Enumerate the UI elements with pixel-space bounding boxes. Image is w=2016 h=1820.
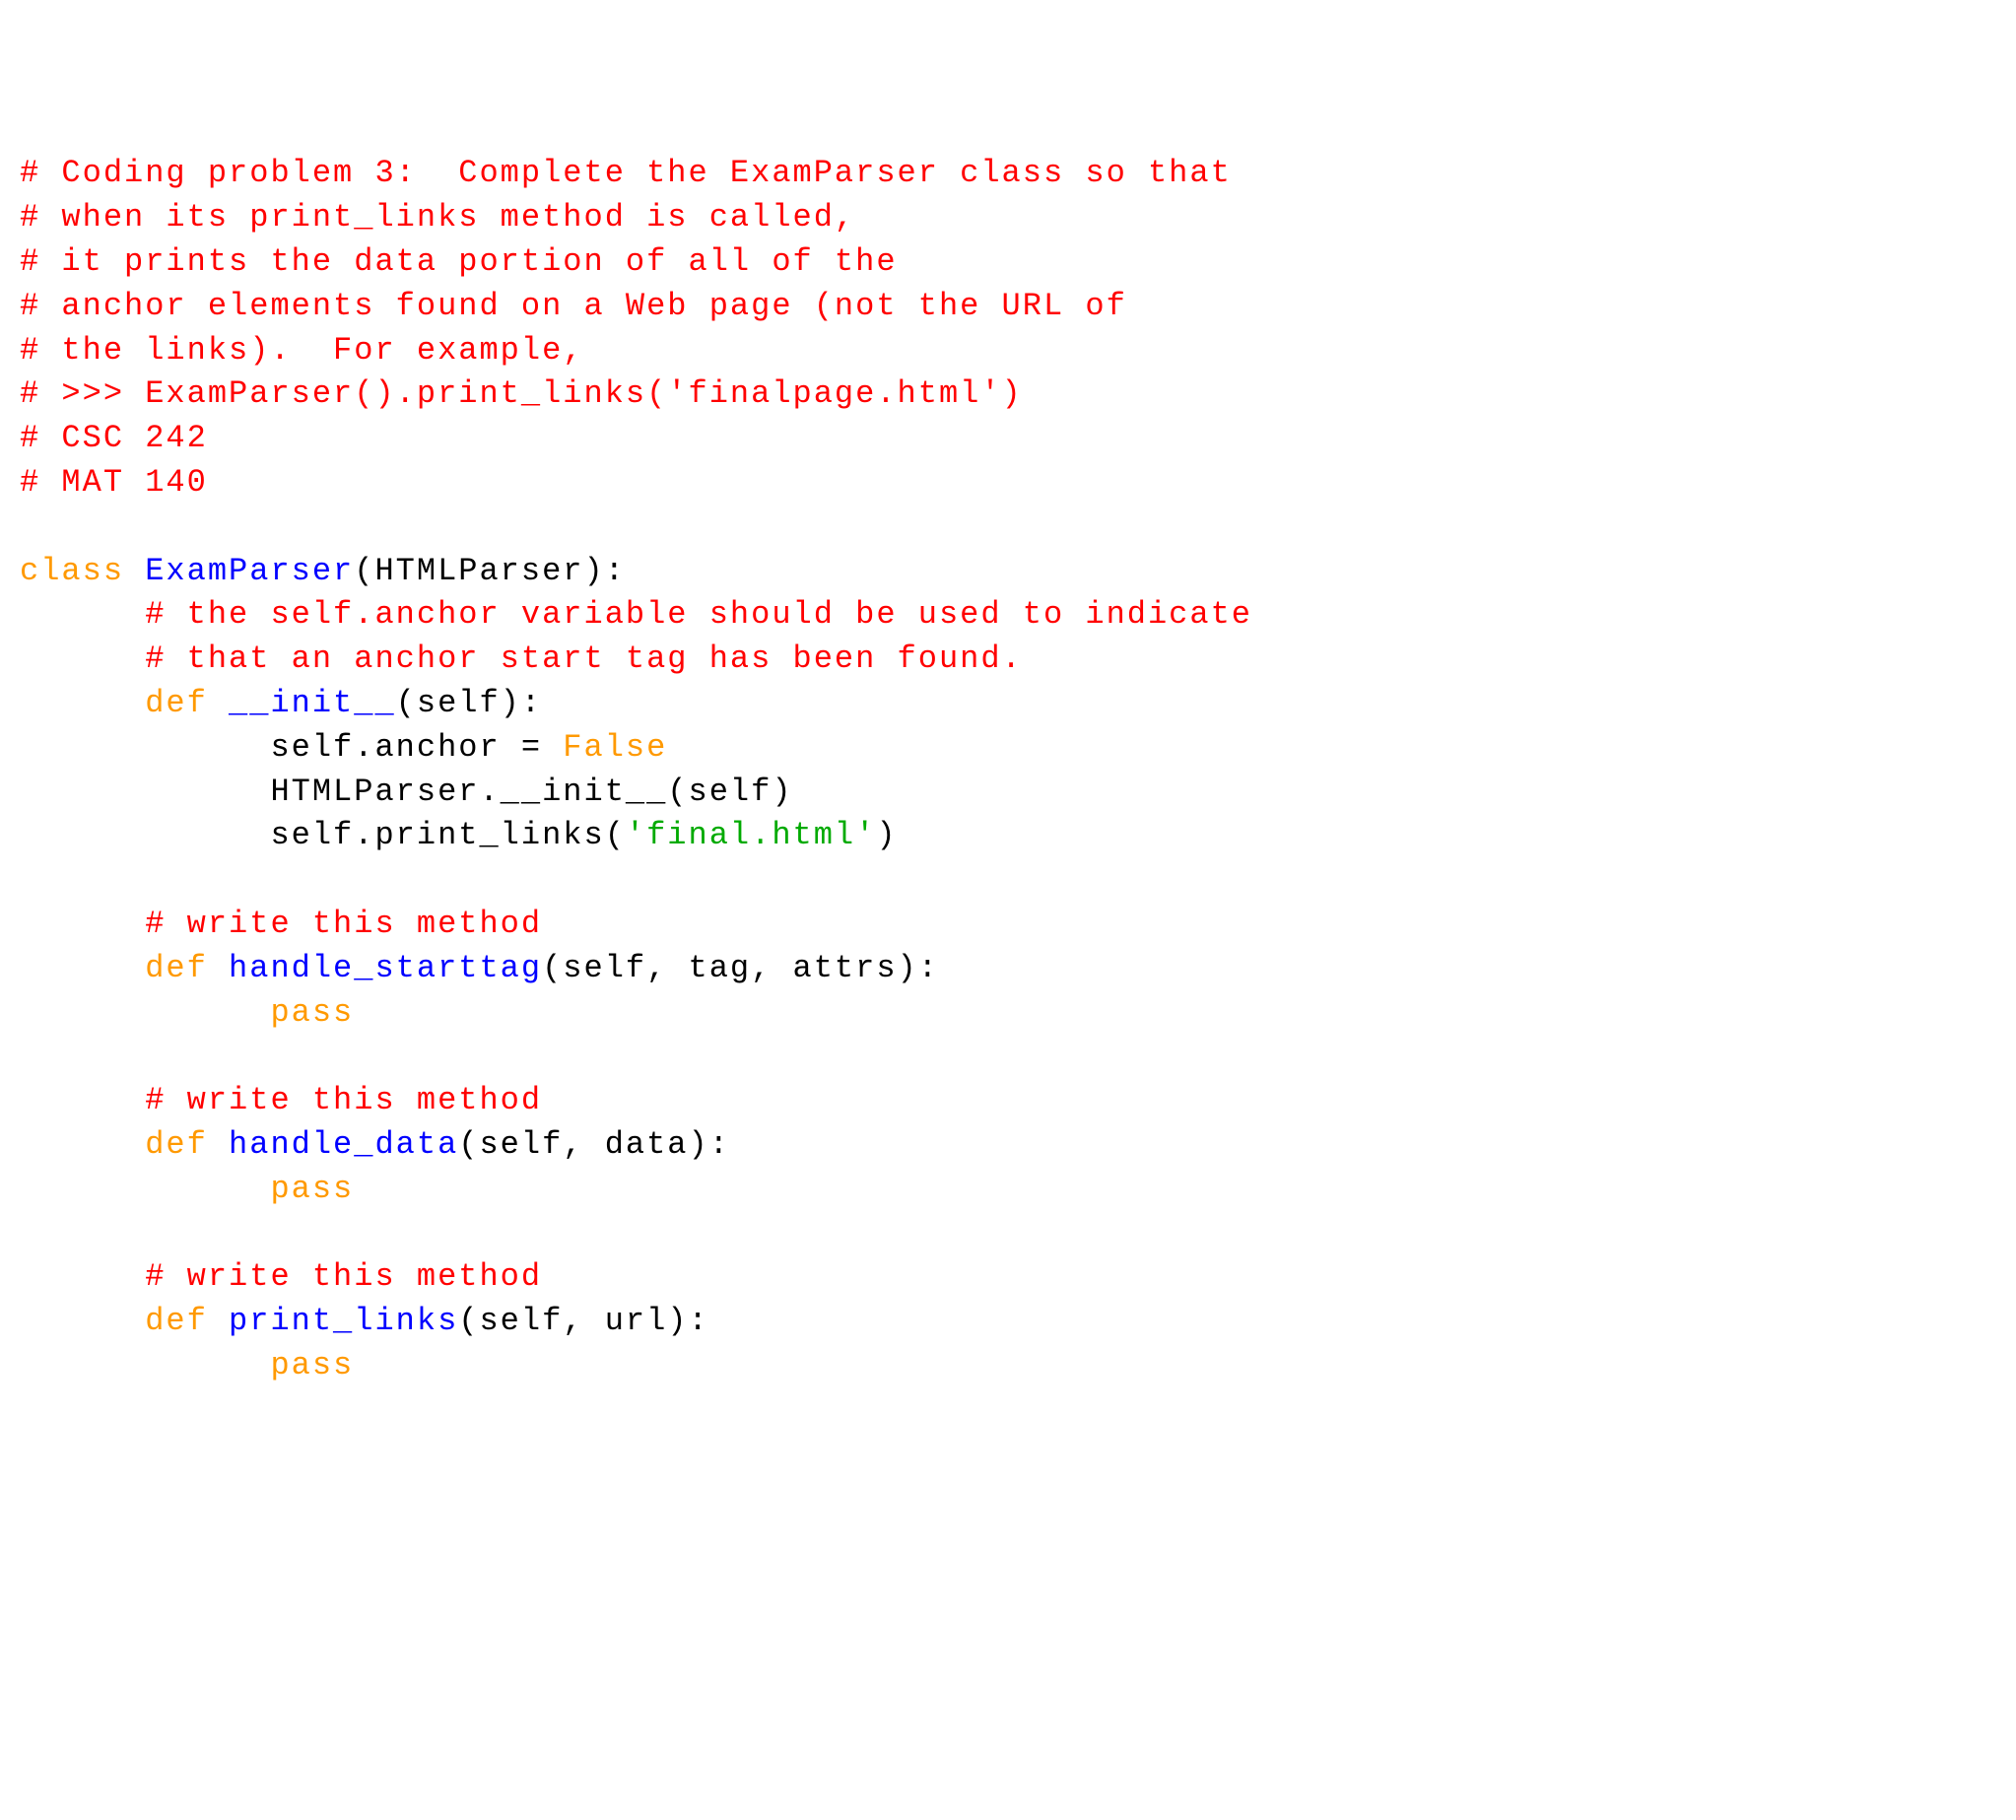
code-token-default: ) <box>876 817 897 853</box>
code-token-keyword: pass <box>270 994 354 1031</box>
code-token-default <box>20 950 145 986</box>
code-token-default <box>20 685 145 721</box>
code-token-comment: # MAT 140 <box>20 464 208 501</box>
code-token-default <box>20 1258 145 1295</box>
code-token-keyword: pass <box>270 1171 354 1207</box>
code-token-comment: # that an anchor start tag has been foun… <box>145 640 1023 677</box>
code-token-comment: # Coding problem 3: Complete the ExamPar… <box>20 155 1232 191</box>
code-token-default: self.anchor = <box>20 729 563 766</box>
code-token-keyword: def <box>145 1303 229 1339</box>
code-token-default: (self, tag, attrs): <box>542 950 939 986</box>
code-token-defname: handle_data <box>229 1126 458 1163</box>
code-token-defname: __init__ <box>229 685 396 721</box>
code-token-string: 'final.html' <box>626 817 876 853</box>
code-token-comment: # write this method <box>145 906 542 942</box>
code-token-default <box>20 994 270 1031</box>
code-token-keyword: def <box>145 1126 229 1163</box>
code-token-comment: # CSC 242 <box>20 420 208 456</box>
code-token-comment: # the links). For example, <box>20 332 583 369</box>
code-token-keyword: False <box>563 729 667 766</box>
code-token-comment: # write this method <box>145 1258 542 1295</box>
code-token-defname: handle_starttag <box>229 950 542 986</box>
code-token-default <box>20 596 145 633</box>
code-token-default <box>20 1126 145 1163</box>
code-block: # Coding problem 3: Complete the ExamPar… <box>20 152 1996 1387</box>
code-token-default <box>20 906 145 942</box>
code-token-defname: ExamParser <box>145 553 354 589</box>
code-token-defname: print_links <box>229 1303 458 1339</box>
code-token-default: (self, url): <box>458 1303 708 1339</box>
code-token-default <box>20 1082 145 1118</box>
code-token-default <box>20 1171 270 1207</box>
code-token-comment: # >>> ExamParser().print_links('finalpag… <box>20 375 1023 412</box>
code-token-default: HTMLParser.__init__(self) <box>20 774 793 810</box>
code-token-default <box>20 640 145 677</box>
code-token-default <box>20 1303 145 1339</box>
code-token-keyword: pass <box>270 1347 354 1383</box>
code-token-comment: # it prints the data portion of all of t… <box>20 243 898 280</box>
code-token-default: self.print_links( <box>20 817 626 853</box>
code-token-default <box>20 1347 270 1383</box>
code-token-comment: # anchor elements found on a Web page (n… <box>20 288 1127 324</box>
code-token-comment: # when its print_links method is called, <box>20 199 855 236</box>
code-token-keyword: class <box>20 553 145 589</box>
code-token-keyword: def <box>145 685 229 721</box>
code-token-default: (self): <box>396 685 542 721</box>
code-token-default: (HTMLParser): <box>354 553 626 589</box>
code-token-default: (self, data): <box>458 1126 730 1163</box>
code-token-comment: # write this method <box>145 1082 542 1118</box>
code-token-keyword: def <box>145 950 229 986</box>
code-token-comment: # the self.anchor variable should be use… <box>145 596 1252 633</box>
